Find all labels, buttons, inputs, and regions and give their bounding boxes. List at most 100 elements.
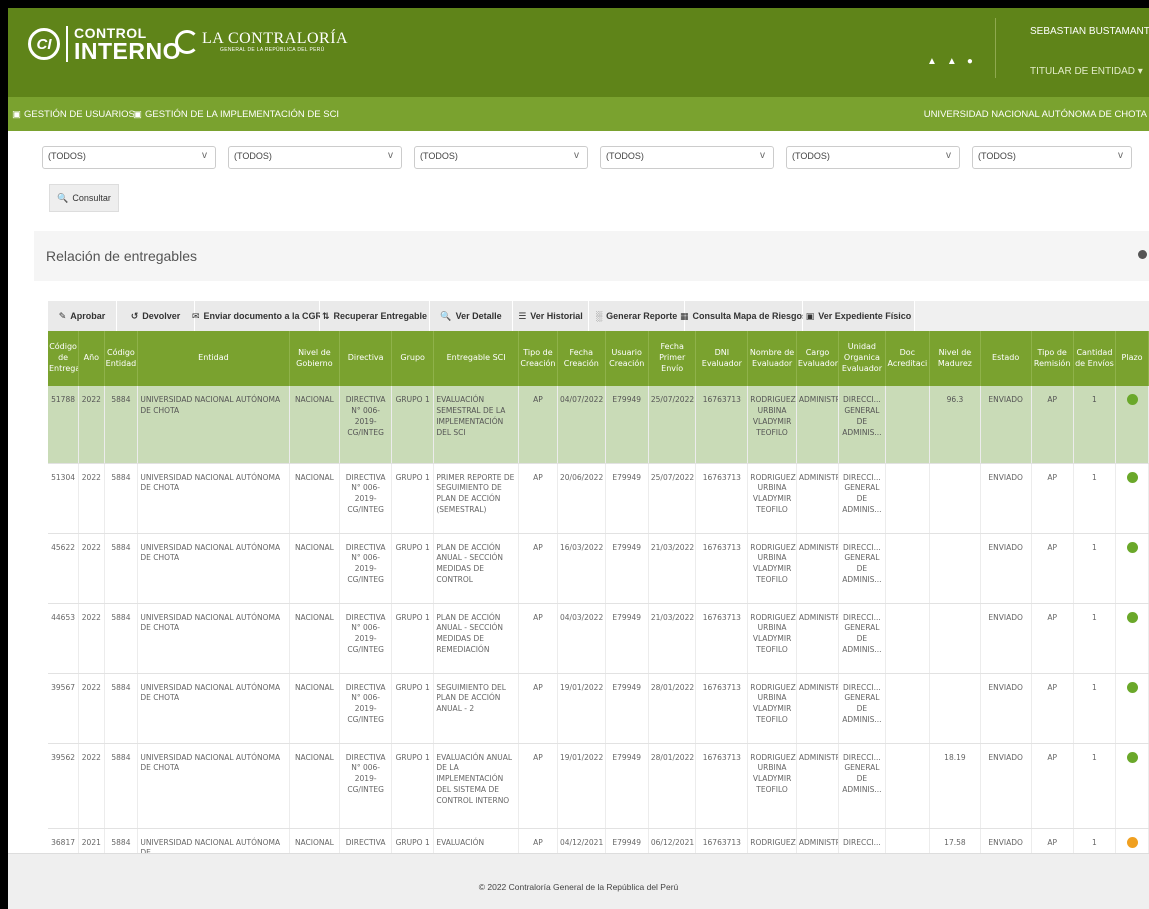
filter-value: (TODOS) — [606, 151, 644, 161]
cell-fecha-creacion: 04/03/2022 — [557, 603, 606, 674]
ver-historial-button[interactable]: ☰ Ver Historial — [513, 301, 589, 331]
cell-unidad: DIRECCI... GENERAL DE ADMINIS... — [838, 603, 886, 674]
column-header[interactable]: Año — [78, 331, 105, 386]
nav-gestion-implementacion[interactable]: ▣ GESTIÓN DE LA IMPLEMENTACIÓN DE SCI — [133, 109, 339, 120]
filter-select-6[interactable]: (TODOS) v — [972, 146, 1132, 169]
table-row[interactable]: 51788 2022 5884 UNIVERSIDAD NACIONAL AUTÓNO… — [48, 386, 1149, 464]
filter-select-1[interactable]: (TODOS) v — [42, 146, 216, 169]
column-header[interactable]: Fecha Creación — [557, 331, 606, 386]
column-header[interactable]: Plazo — [1115, 331, 1149, 386]
table-row[interactable]: 39567 2022 5884 UNIVERSIDAD NACIONAL AUTÓNO… — [48, 673, 1149, 744]
filter-value: (TODOS) — [792, 151, 830, 161]
contraloria-name: LA CONTRALORÍA — [202, 30, 349, 47]
cell-doc — [885, 463, 931, 534]
consultar-button[interactable]: 🔍 Consultar — [49, 184, 119, 212]
cell-fecha-envio: 21/03/2022 — [648, 533, 697, 604]
ver-detalle-button[interactable]: 🔍 Ver Detalle — [430, 301, 513, 331]
table-row[interactable]: 45622 2022 5884 UNIVERSIDAD NACIONAL AUTÓNO… — [48, 533, 1149, 604]
consulta-mapa-riesgos-button[interactable]: ▦ Consulta Mapa de Riesgos — [680, 301, 807, 331]
footer-copyright: © 2022 Contraloría General de la Repúbli… — [478, 882, 679, 892]
cell-codigo: 51304 — [48, 463, 80, 534]
column-header[interactable]: Fecha Primer Envío — [648, 331, 697, 386]
home-icon[interactable]: ▲ — [927, 56, 937, 67]
cell-cod-entidad: 5884 — [104, 463, 139, 534]
table-header-row: Código de Entrega Año Código Entidad Entida… — [48, 331, 1149, 386]
column-header[interactable]: Grupo — [391, 331, 435, 386]
cell-dni: 16763713 — [695, 533, 749, 604]
recuperar-entregable-button[interactable]: ⇅ Recuperar Entregable — [320, 301, 430, 331]
column-header[interactable]: Directiva — [339, 331, 393, 386]
column-header[interactable]: Nivel de Madurez — [929, 331, 981, 386]
control-interno-logo[interactable]: CI CONTROL INTERNO — [28, 20, 181, 68]
generar-reporte-button[interactable]: ░ Generar Reporte — [589, 301, 685, 331]
filter-select-4[interactable]: (TODOS) v — [600, 146, 774, 169]
column-header[interactable]: DNI Evaluador — [695, 331, 749, 386]
cell-madurez — [929, 673, 981, 744]
table-row[interactable]: 39562 2022 5884 UNIVERSIDAD NACIONAL AUTÓNO… — [48, 743, 1149, 829]
cell-envios: 1 — [1073, 673, 1117, 744]
cell-codigo: 45622 — [48, 533, 80, 604]
devolver-button[interactable]: ↺ Devolver — [117, 301, 195, 331]
cell-grupo: GRUPO 1 — [391, 603, 435, 674]
aprobar-button[interactable]: ✎ Aprobar — [48, 301, 117, 331]
cell-nivel: NACIONAL — [289, 673, 341, 744]
ver-expediente-fisico-label: Ver Expediente Físico — [818, 311, 912, 321]
column-header[interactable]: Usuario Creación — [605, 331, 649, 386]
filter-select-2[interactable]: (TODOS) v — [228, 146, 402, 169]
table-row[interactable]: 51304 2022 5884 UNIVERSIDAD NACIONAL AUTÓNO… — [48, 463, 1149, 534]
column-header[interactable]: Estado — [980, 331, 1032, 386]
cell-dni: 16763713 — [695, 603, 749, 674]
filter-select-5[interactable]: (TODOS) v — [786, 146, 960, 169]
column-header[interactable]: Unidad Organica Evaluador — [838, 331, 886, 386]
column-header[interactable]: Cantidad de Envíos — [1073, 331, 1117, 386]
status-dot-icon — [1126, 611, 1138, 623]
cell-fecha-creacion: 16/03/2022 — [557, 533, 606, 604]
cell-plazo — [1115, 743, 1149, 829]
user-role-dropdown[interactable]: TITULAR DE ENTIDAD ▾ — [1030, 66, 1143, 77]
column-header[interactable]: Doc Acreditaci — [885, 331, 931, 386]
column-header[interactable]: Código Entidad — [104, 331, 139, 386]
table-row[interactable]: 44653 2022 5884 UNIVERSIDAD NACIONAL AUTÓNO… — [48, 603, 1149, 674]
column-header[interactable]: Entregable SCI — [433, 331, 519, 386]
cell-usuario: E79949 — [605, 603, 649, 674]
cell-entidad: UNIVERSIDAD NACIONAL AUTÓNOMA DE CHOTA — [137, 386, 290, 464]
cell-anio: 2022 — [78, 386, 105, 464]
column-header[interactable]: Tipo de Remisión — [1031, 331, 1074, 386]
cell-fecha-envio: 25/07/2022 — [648, 386, 697, 464]
status-dot-icon — [1126, 541, 1138, 553]
cell-unidad: DIRECCI... GENERAL DE ADMINIS... — [838, 743, 886, 829]
cell-envios: 1 — [1073, 533, 1117, 604]
cell-madurez — [929, 463, 981, 534]
panel-title: Relación de entregables — [46, 248, 197, 264]
cell-estado: ENVIADO — [980, 463, 1032, 534]
collapse-icon[interactable] — [1138, 250, 1147, 259]
cell-usuario: E79949 — [605, 386, 649, 464]
cell-tipo-creacion: AP — [518, 673, 559, 744]
column-header[interactable]: Tipo de Creación — [518, 331, 559, 386]
cell-plazo — [1115, 386, 1149, 464]
folder-icon: ▣ — [805, 310, 815, 321]
footer: © 2022 Contraloría General de la Repúbli… — [8, 853, 1149, 909]
filter-select-3[interactable]: (TODOS) v — [414, 146, 588, 169]
cell-tipo-creacion: AP — [518, 603, 559, 674]
user-icon[interactable]: ● — [967, 56, 973, 67]
ver-expediente-fisico-button[interactable]: ▣ Ver Expediente Físico — [803, 301, 915, 331]
cell-fecha-envio: 25/07/2022 — [648, 463, 697, 534]
cell-unidad: DIRECCI... GENERAL DE ADMINIS... — [838, 673, 886, 744]
column-header[interactable]: Cargo Evaluador — [796, 331, 840, 386]
cell-fecha-creacion: 04/07/2022 — [557, 386, 606, 464]
chevron-down-icon: v — [202, 150, 207, 161]
chevron-down-icon: v — [1118, 150, 1123, 161]
ci-logo-icon: CI — [28, 28, 60, 60]
nav-gestion-usuarios[interactable]: ▣ GESTIÓN DE USUARIOS — [12, 109, 135, 120]
enviar-documento-button[interactable]: ✉ Enviar documento a la CGR — [192, 301, 322, 331]
cell-estado: ENVIADO — [980, 386, 1032, 464]
bell-icon[interactable]: ▲ — [947, 56, 957, 67]
column-header[interactable]: Código de Entrega — [48, 331, 80, 386]
column-header[interactable]: Nombre de Evaluador — [747, 331, 797, 386]
column-header[interactable]: Nivel de Gobierno — [289, 331, 341, 386]
column-header[interactable]: Entidad — [137, 331, 290, 386]
top-header: CI CONTROL INTERNO LA CONTRALORÍA GENERA… — [8, 8, 1149, 97]
cell-cargo: ADMINISTR... — [796, 533, 840, 604]
cell-anio: 2022 — [78, 463, 105, 534]
